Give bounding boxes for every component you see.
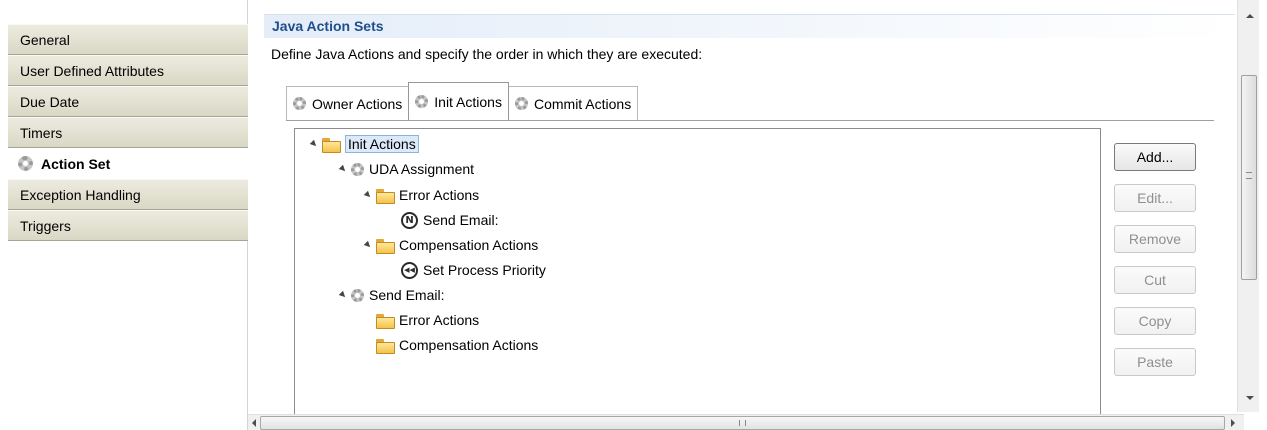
add-button[interactable]: Add...	[1114, 143, 1196, 171]
tab-divider	[286, 120, 1214, 121]
gear-icon	[293, 97, 306, 110]
expand-toggle-icon[interactable]	[309, 139, 319, 149]
tab-bar: Owner Actions Init Actions Commit Action…	[286, 82, 639, 120]
tree-node-label: UDA Assignment	[369, 161, 475, 177]
sidebar-item-exception-handling[interactable]: Exception Handling	[8, 179, 248, 210]
tree-node-label: Error Actions	[399, 312, 480, 328]
tree-node-label: Send Email:	[423, 212, 499, 228]
sidebar: General User Defined Attributes Due Date…	[0, 0, 248, 430]
sidebar-item-label: Timers	[20, 124, 63, 141]
sidebar-item-label: Triggers	[20, 217, 71, 234]
gear-icon	[415, 95, 429, 108]
tree-node-label: Set Process Priority	[423, 262, 546, 278]
tab-label: Init Actions	[434, 93, 502, 110]
tree-node-send-email[interactable]: Send Email:	[338, 284, 445, 306]
tree-node-uda-assignment[interactable]: UDA Assignment	[338, 158, 475, 180]
tree-node-compensation-actions-2[interactable]: Compensation Actions	[373, 334, 538, 356]
expand-toggle-icon[interactable]	[338, 164, 348, 174]
section-title: Java Action Sets	[264, 14, 1235, 38]
tab-label: Commit Actions	[533, 95, 632, 112]
folder-icon	[322, 137, 341, 153]
email-action-icon: N	[401, 211, 418, 229]
tree-node-set-process-priority[interactable]: ◀◀ Set Process Priority	[398, 259, 546, 281]
folder-icon	[376, 188, 395, 204]
scroll-down-icon[interactable]	[1246, 396, 1254, 400]
edit-button[interactable]: Edit...	[1114, 184, 1196, 212]
sidebar-item-action-set[interactable]: Action Set	[8, 148, 248, 179]
scroll-left-icon[interactable]	[252, 419, 256, 427]
tree-node-error-actions[interactable]: Error Actions	[363, 184, 480, 206]
tree-node-label: Init Actions	[345, 135, 419, 153]
cut-button[interactable]: Cut	[1114, 266, 1196, 294]
gear-icon	[351, 162, 364, 176]
expand-toggle-icon[interactable]	[363, 240, 373, 250]
expand-toggle-icon[interactable]	[338, 290, 348, 300]
tab-init-actions[interactable]: Init Actions	[408, 82, 509, 120]
folder-icon	[376, 238, 395, 254]
copy-button[interactable]: Copy	[1114, 307, 1196, 335]
vertical-scroll-thumb[interactable]	[1241, 75, 1257, 280]
tab-owner-actions[interactable]: Owner Actions	[286, 86, 410, 120]
tree-node-init-actions[interactable]: Init Actions	[309, 133, 419, 155]
tab-label: Owner Actions	[312, 95, 403, 112]
tree-node-label: Compensation Actions	[399, 337, 539, 353]
gear-icon	[514, 97, 528, 110]
paste-button[interactable]: Paste	[1114, 348, 1196, 376]
folder-icon	[376, 313, 395, 329]
tree-node-label: Error Actions	[399, 187, 480, 203]
sidebar-item-general[interactable]: General	[8, 24, 248, 55]
folder-icon	[376, 338, 395, 354]
tree-node-error-actions-2[interactable]: Error Actions	[373, 309, 479, 331]
sidebar-item-label: Exception Handling	[20, 186, 141, 203]
horizontal-scrollbar[interactable]	[248, 414, 1244, 430]
sidebar-item-triggers[interactable]: Triggers	[8, 210, 248, 241]
sidebar-item-due-date[interactable]: Due Date	[8, 86, 248, 117]
section-description: Define Java Actions and specify the orde…	[271, 46, 703, 62]
sidebar-item-label: General	[20, 31, 70, 48]
tree-node-label: Compensation Actions	[399, 237, 539, 253]
vertical-scrollbar[interactable]	[1237, 0, 1259, 412]
sidebar-item-user-defined-attributes[interactable]: User Defined Attributes	[8, 55, 248, 86]
sidebar-item-timers[interactable]: Timers	[8, 117, 248, 148]
action-tree[interactable]: Init Actions UDA Assignment Error Action…	[294, 128, 1101, 418]
tree-node-label: Send Email:	[369, 287, 445, 303]
expand-toggle-icon[interactable]	[363, 190, 373, 200]
priority-action-icon: ◀◀	[401, 261, 418, 279]
tree-node-compensation-actions[interactable]: Compensation Actions	[363, 234, 539, 256]
horizontal-scroll-thumb[interactable]	[260, 416, 1225, 430]
scroll-up-icon[interactable]	[1246, 14, 1254, 18]
tab-commit-actions[interactable]: Commit Actions	[507, 86, 639, 120]
gear-icon	[18, 156, 33, 171]
gear-icon	[351, 288, 364, 302]
sidebar-item-label: Due Date	[20, 93, 80, 110]
sidebar-item-label: Action Set	[41, 155, 111, 172]
tree-node-send-email-action[interactable]: N Send Email:	[398, 209, 498, 231]
remove-button[interactable]: Remove	[1114, 225, 1196, 253]
sidebar-item-label: User Defined Attributes	[20, 62, 164, 79]
scroll-right-icon[interactable]	[1231, 419, 1235, 427]
